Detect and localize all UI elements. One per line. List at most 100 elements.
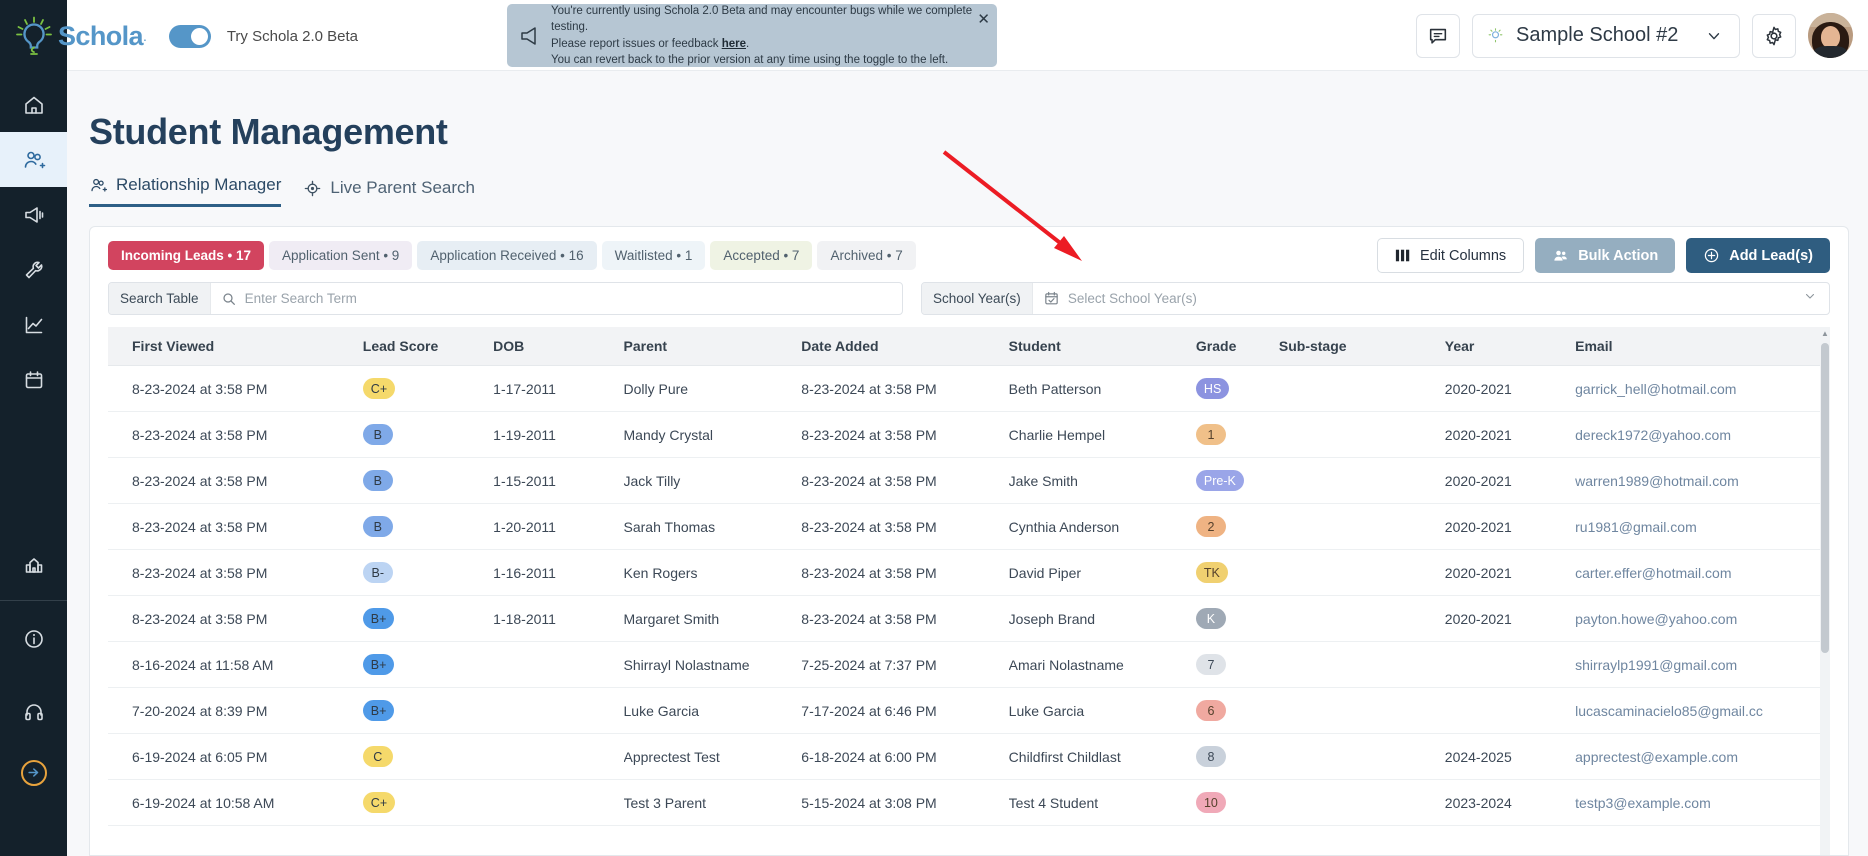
cell-date-added: 8-23-2024 at 3:58 PM bbox=[801, 595, 1009, 642]
sidebar-item-support[interactable] bbox=[0, 684, 67, 739]
cell-lead-score: C bbox=[362, 733, 494, 780]
table-row[interactable]: 8-23-2024 at 3:58 PM B 1-19-2011 Mandy Crys… bbox=[108, 411, 1830, 458]
cell-grade: Pre-K bbox=[1195, 457, 1279, 504]
table-row[interactable]: 8-23-2024 at 3:58 PM B 1-15-2011 Jack Tilly… bbox=[108, 457, 1830, 504]
sidebar-item-students[interactable] bbox=[0, 132, 67, 187]
cell-grade-badge: 1 bbox=[1195, 424, 1226, 445]
tab-relationship-manager[interactable]: Relationship Manager bbox=[89, 175, 282, 207]
tab-live-parent-search[interactable]: Live Parent Search bbox=[303, 178, 475, 207]
sidebar-item-analytics[interactable] bbox=[0, 297, 67, 352]
brand-logo-area: Schola . Try Schola 2.0 Beta bbox=[12, 14, 358, 58]
sidebar-item-marketing[interactable] bbox=[0, 187, 67, 242]
edit-columns-label: Edit Columns bbox=[1419, 247, 1507, 264]
cell-parent: Jack Tilly bbox=[623, 457, 802, 504]
sidebar-item-tools[interactable] bbox=[0, 242, 67, 297]
close-icon[interactable]: ✕ bbox=[977, 12, 990, 27]
edit-columns-button[interactable]: Edit Columns bbox=[1376, 238, 1525, 273]
sidebar-item-info[interactable] bbox=[0, 611, 67, 666]
cell-email: carter.effer@hotmail.com bbox=[1575, 549, 1830, 596]
search-input[interactable]: Enter Search Term bbox=[245, 291, 357, 306]
add-leads-button[interactable]: Add Lead(s) bbox=[1686, 238, 1830, 273]
column-header-first-viewed[interactable]: First Viewed bbox=[108, 327, 363, 366]
school-selector[interactable]: Sample School #2 bbox=[1472, 13, 1740, 58]
cell-lead-score-badge: B bbox=[362, 424, 393, 445]
column-header-grade[interactable]: Grade bbox=[1195, 327, 1279, 366]
scrollbar-thumb[interactable] bbox=[1821, 343, 1829, 653]
school-year-input[interactable]: Select School Year(s) bbox=[1068, 291, 1197, 306]
status-pill[interactable]: Application Sent • 9 bbox=[269, 241, 413, 270]
sidebar-item-home[interactable] bbox=[0, 77, 67, 132]
sidebar-item-school[interactable] bbox=[0, 537, 67, 592]
banner-feedback-link[interactable]: here bbox=[722, 38, 746, 50]
expand-menu-button[interactable] bbox=[20, 759, 47, 786]
status-pill[interactable]: Incoming Leads • 17 bbox=[108, 241, 265, 270]
leads-table-wrap: First Viewed Lead Score DOB Parent Date … bbox=[108, 327, 1830, 855]
cell-lead-score-badge: C+ bbox=[362, 378, 396, 399]
school-year-field[interactable]: School Year(s) Select School Year(s) bbox=[921, 282, 1830, 315]
bulk-action-button[interactable]: Bulk Action bbox=[1535, 238, 1676, 273]
school-name-label: Sample School #2 bbox=[1516, 24, 1679, 46]
add-leads-label: Add Lead(s) bbox=[1729, 247, 1813, 264]
table-row[interactable]: 6-19-2024 at 10:58 AM C+ Test 3 Parent 5-15… bbox=[108, 779, 1830, 826]
cell-lead-score: B+ bbox=[362, 687, 494, 734]
column-header-student[interactable]: Student bbox=[1008, 327, 1196, 366]
cell-student: Jake Smith bbox=[1008, 457, 1196, 504]
cell-student: Luke Garcia bbox=[1008, 687, 1196, 734]
column-header-date-added[interactable]: Date Added bbox=[801, 327, 1009, 366]
leads-card: Incoming Leads • 17 Application Sent • 9A… bbox=[89, 226, 1849, 856]
cell-date-added: 8-23-2024 at 3:58 PM bbox=[801, 503, 1009, 550]
status-pill[interactable]: Archived • 7 bbox=[817, 241, 916, 270]
cell-parent: Ken Rogers bbox=[623, 549, 802, 596]
status-pill[interactable]: Accepted • 7 bbox=[710, 241, 813, 270]
cell-parent: Margaret Smith bbox=[623, 595, 802, 642]
banner-line-3: You can revert back to the prior version… bbox=[551, 53, 949, 66]
cell-email: testp3@example.com bbox=[1575, 779, 1830, 826]
cell-first-viewed: 7-20-2024 at 8:39 PM bbox=[108, 687, 363, 734]
status-pill[interactable]: Application Received • 16 bbox=[417, 241, 597, 270]
cell-lead-score-badge: B bbox=[362, 516, 393, 537]
cell-date-added: 8-23-2024 at 3:58 PM bbox=[801, 549, 1009, 596]
cell-email: garrick_hell@hotmail.com bbox=[1575, 365, 1830, 412]
scroll-up-icon[interactable]: ▲ bbox=[1821, 330, 1829, 338]
column-header-email[interactable]: Email bbox=[1575, 327, 1830, 366]
cell-student: David Piper bbox=[1008, 549, 1196, 596]
cell-lead-score-badge: B+ bbox=[362, 654, 395, 675]
table-row[interactable]: 8-23-2024 at 3:58 PM C+ 1-17-2011 Dolly Pur… bbox=[108, 365, 1830, 412]
chevron-down-icon bbox=[1708, 32, 1720, 39]
column-header-sub-stage[interactable]: Sub-stage bbox=[1278, 327, 1445, 366]
table-scrollbar[interactable]: ▲ bbox=[1820, 327, 1830, 855]
settings-button[interactable] bbox=[1752, 13, 1796, 58]
table-row[interactable]: 8-23-2024 at 3:58 PM B 1-20-2011 Sarah Thom… bbox=[108, 503, 1830, 550]
chat-button[interactable] bbox=[1416, 13, 1460, 58]
cell-student: Joseph Brand bbox=[1008, 595, 1196, 642]
chevron-down-icon[interactable] bbox=[1803, 289, 1829, 308]
table-row[interactable]: 7-20-2024 at 8:39 PM B+ Luke Garcia 7-17-20… bbox=[108, 687, 1830, 734]
brand-registered-mark: . bbox=[142, 28, 147, 44]
cell-year bbox=[1444, 641, 1576, 688]
cell-date-added: 7-25-2024 at 7:37 PM bbox=[801, 641, 1009, 688]
status-pill[interactable]: Waitlisted • 1 bbox=[601, 241, 706, 270]
cell-dob: 1-16-2011 bbox=[493, 549, 624, 596]
sidebar-item-calendar[interactable] bbox=[0, 352, 67, 407]
column-header-dob[interactable]: DOB bbox=[493, 327, 624, 366]
column-header-year[interactable]: Year bbox=[1444, 327, 1576, 366]
cell-grade: 2 bbox=[1195, 503, 1279, 550]
table-row[interactable]: 8-23-2024 at 3:58 PM B- 1-16-2011 Ken Roger… bbox=[108, 549, 1830, 596]
cell-student: Beth Patterson bbox=[1008, 365, 1196, 412]
column-header-parent[interactable]: Parent bbox=[623, 327, 802, 366]
sidebar-item-expand[interactable] bbox=[0, 745, 67, 800]
table-row[interactable]: 6-19-2024 at 6:05 PM C Apprectest Test 6-18… bbox=[108, 733, 1830, 780]
table-row[interactable]: 8-23-2024 at 3:58 PM B+ 1-18-2011 Margaret … bbox=[108, 595, 1830, 642]
avatar[interactable] bbox=[1808, 13, 1853, 58]
table-header: First Viewed Lead Score DOB Parent Date … bbox=[108, 327, 1830, 366]
column-header-lead-score[interactable]: Lead Score bbox=[362, 327, 494, 366]
search-table-label: Search Table bbox=[109, 283, 211, 314]
cell-grade-badge: 7 bbox=[1195, 654, 1226, 675]
beta-toggle[interactable] bbox=[168, 24, 211, 48]
cell-first-viewed: 8-23-2024 at 3:58 PM bbox=[108, 411, 363, 458]
cell-grade-badge: Pre-K bbox=[1195, 470, 1244, 491]
cell-lead-score-badge: B- bbox=[362, 562, 393, 583]
search-table-field[interactable]: Search Table Enter Search Term bbox=[108, 282, 903, 315]
banner-line-2-suffix: . bbox=[745, 37, 750, 50]
table-row[interactable]: 8-16-2024 at 11:58 AM B+ Shirrayl Nolastna… bbox=[108, 641, 1830, 688]
